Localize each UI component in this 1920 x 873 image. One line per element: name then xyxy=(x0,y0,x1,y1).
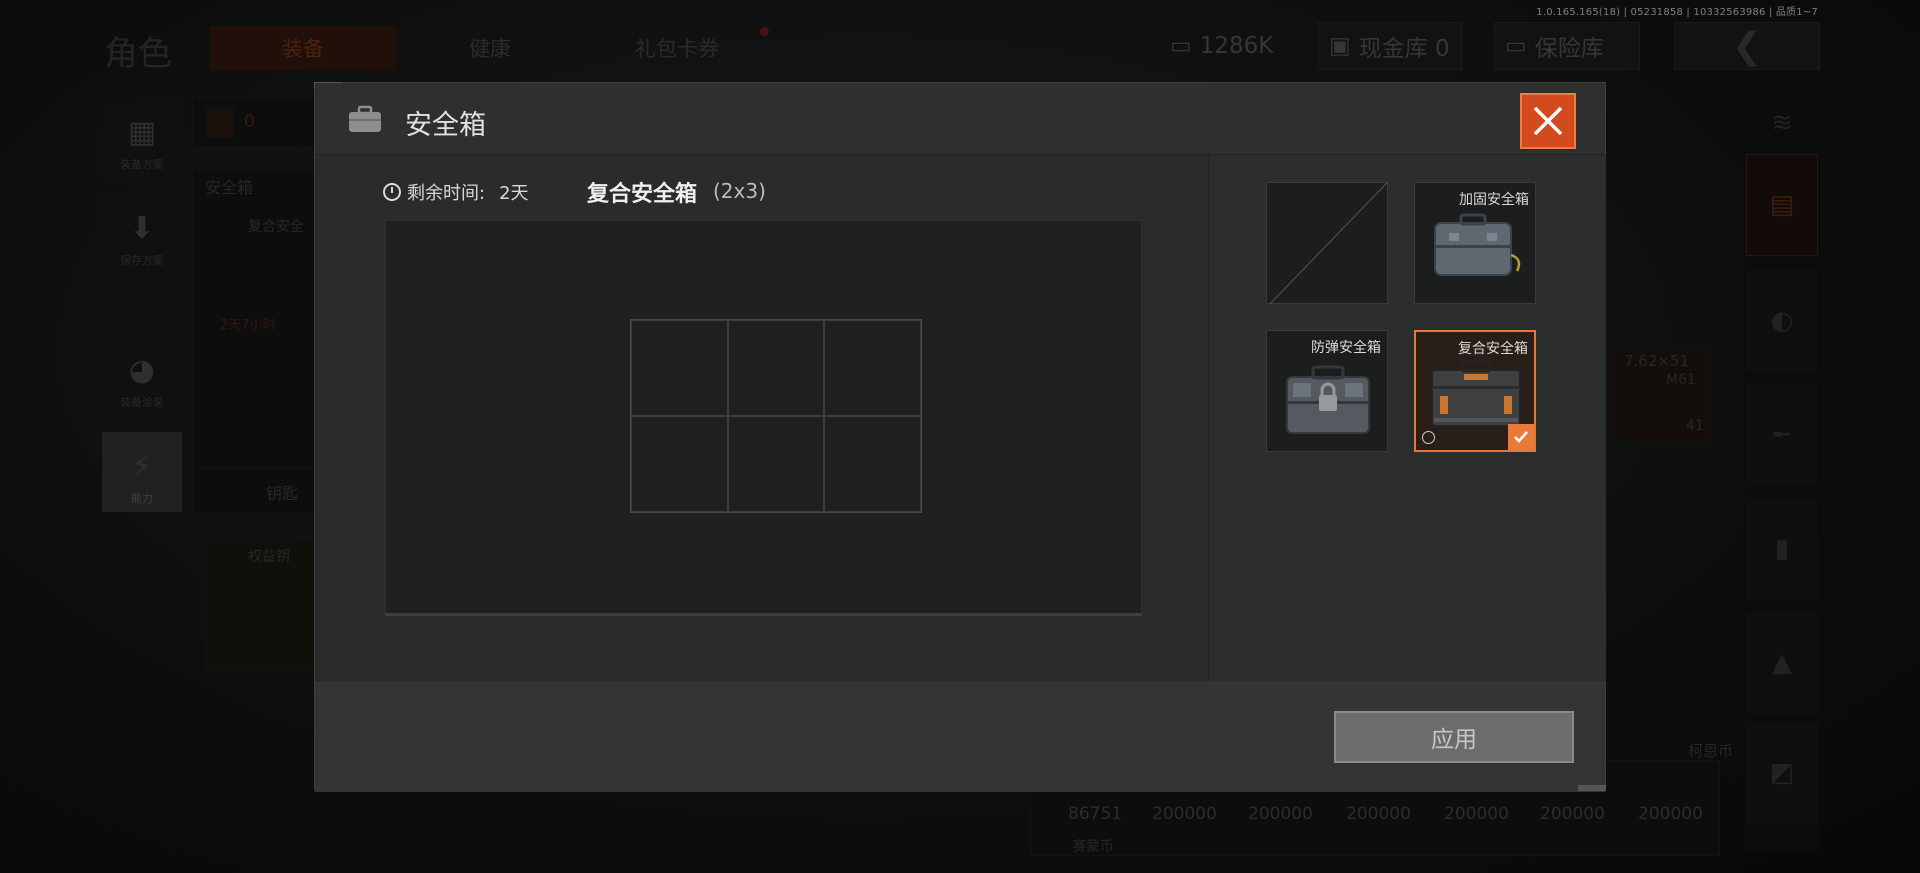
close-button[interactable] xyxy=(1520,93,1576,149)
option-reinforced-box[interactable]: 加固安全箱 xyxy=(1414,182,1536,304)
close-icon xyxy=(1533,106,1563,136)
checkmark-icon xyxy=(1508,424,1534,450)
slot-cell[interactable] xyxy=(727,416,825,512)
reinforced-case-icon xyxy=(1434,213,1521,276)
option-label: 防弹安全箱 xyxy=(1311,340,1381,356)
bulletproof-case-icon xyxy=(1286,365,1370,434)
remaining-time: 剩余时间: 2天 xyxy=(383,179,529,205)
briefcase-icon xyxy=(349,105,381,132)
remaining-time-value: 2天 xyxy=(499,183,529,204)
clock-icon xyxy=(383,183,401,201)
slot-cell[interactable] xyxy=(727,320,825,416)
slot-cell[interactable] xyxy=(824,320,921,416)
safe-box-slots xyxy=(630,319,922,513)
option-bulletproof-box[interactable]: 防弹安全箱 xyxy=(1266,330,1388,452)
composite-case-icon xyxy=(1431,360,1521,427)
slot-cell[interactable] xyxy=(631,320,728,416)
apply-button[interactable]: 应用 xyxy=(1334,711,1574,763)
lock-icon xyxy=(1319,395,1337,411)
safe-box-grid-area xyxy=(385,220,1142,616)
slot-cell[interactable] xyxy=(631,416,728,512)
case-size: (2x3) xyxy=(713,179,766,203)
slot-cell[interactable] xyxy=(824,416,921,512)
option-none[interactable] xyxy=(1266,182,1388,304)
option-composite-box[interactable]: 复合安全箱 xyxy=(1414,330,1536,452)
safe-box-dialog: 安全箱 剩余时间: 2天 复合安全箱 (2x3) 加固安全箱 防弹安全箱 复合安… xyxy=(314,82,1606,792)
option-label: 加固安全箱 xyxy=(1459,192,1529,208)
case-name: 复合安全箱 xyxy=(587,182,698,207)
dialog-header: 安全箱 xyxy=(315,83,1605,155)
remaining-time-label: 剩余时间: xyxy=(407,183,486,204)
clock-icon xyxy=(1422,431,1435,444)
dialog-title: 安全箱 xyxy=(405,110,486,141)
option-label: 复合安全箱 xyxy=(1458,341,1528,357)
